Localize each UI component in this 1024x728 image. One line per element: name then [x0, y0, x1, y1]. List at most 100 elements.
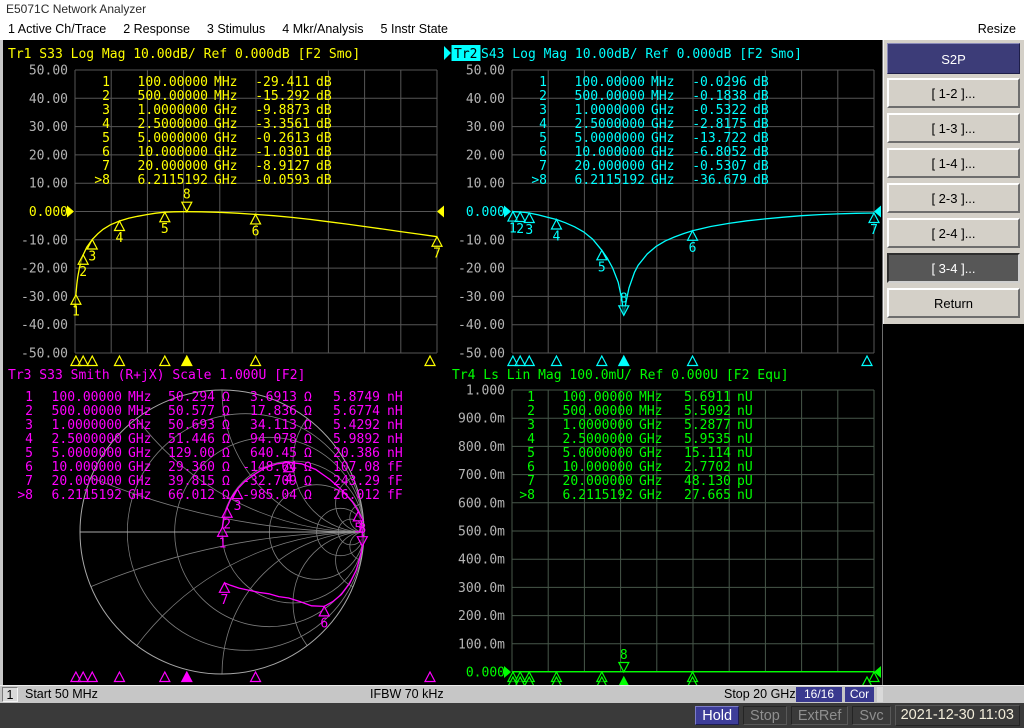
marker-triangle: [87, 672, 97, 682]
marker-table-cell: Ω: [304, 418, 312, 433]
marker-table-cell: -0.1838: [692, 89, 747, 104]
marker-table-cell: fF: [387, 460, 403, 475]
marker-table-cell: 100.00000: [563, 390, 633, 405]
marker-table-cell: 2.5000000: [138, 117, 208, 132]
menu-response[interactable]: 2 Response: [123, 18, 190, 40]
active-trace-arrow-icon: [444, 46, 451, 60]
marker-number: 8: [183, 188, 191, 203]
marker-number: 7: [870, 223, 878, 238]
correction-badge: Cor: [845, 687, 874, 702]
softkey-1-2[interactable]: [ 1-2 ]...: [887, 78, 1020, 108]
marker-table-cell: 6.2115192: [575, 173, 645, 188]
menu-active-ch-trace[interactable]: 1 Active Ch/Trace: [8, 18, 106, 40]
marker-table-cell: 5.9535: [684, 432, 731, 447]
marker-table-cell: 1: [527, 390, 535, 405]
menu-mkr-analysis[interactable]: 4 Mkr/Analysis: [282, 18, 363, 40]
menu-instr-state[interactable]: 5 Instr State: [381, 18, 448, 40]
marker-table-cell: 94.078: [250, 432, 297, 447]
marker-table-cell: 5: [539, 131, 547, 146]
resize-button[interactable]: Resize: [978, 18, 1016, 40]
marker-table-cell: -2.8175: [692, 117, 747, 132]
menu-stimulus[interactable]: 3 Stimulus: [207, 18, 265, 40]
channel-number: 1: [2, 687, 18, 702]
marker-triangle: [251, 672, 261, 682]
marker-table-cell: dB: [753, 173, 769, 188]
marker-triangle: [78, 672, 88, 682]
softkey-return[interactable]: Return: [887, 288, 1020, 318]
marker-table-cell: Ω: [304, 390, 312, 405]
marker-table-cell: 5.2877: [684, 418, 731, 433]
marker-table-cell: nU: [737, 446, 753, 461]
y-axis-label: 20.00: [29, 148, 68, 163]
marker-table-cell: 5.0000000: [138, 131, 208, 146]
marker-table-cell: GHz: [639, 488, 662, 503]
trace-title: Tr4 Ls Lin Mag 100.0mU/ Ref 0.000U [F2 E…: [452, 368, 789, 383]
marker-table-cell: 6: [25, 460, 33, 475]
marker-number: 3: [234, 499, 242, 514]
marker-table-cell: nU: [737, 404, 753, 419]
marker-table-cell: Ω: [222, 432, 230, 447]
marker-table-cell: GHz: [128, 488, 151, 503]
smith-grid: [0, 40, 882, 685]
marker-table-cell: -1.0301: [255, 145, 310, 160]
marker-table-cell: 500.00000: [52, 404, 122, 419]
y-axis-label: -50.00: [458, 347, 505, 362]
marker-number: 4: [553, 229, 561, 244]
marker-table-cell: Ω: [222, 460, 230, 475]
marker-table-cell: dB: [316, 89, 332, 104]
marker-number: 1: [219, 537, 227, 552]
marker-table-cell: GHz: [128, 418, 151, 433]
marker-table-cell: 50.294: [168, 390, 215, 405]
marker-table-cell: Ω: [304, 432, 312, 447]
y-axis-label: -50.00: [21, 347, 68, 362]
marker-table-cell: 2.5000000: [563, 432, 633, 447]
menu-bar: 1 Active Ch/Trace 2 Response 3 Stimulus …: [0, 18, 1024, 40]
marker-table-cell: -0.2613: [255, 131, 310, 146]
start-frequency: Start 50 MHz: [25, 686, 98, 703]
softkey-panel: S2P [ 1-2 ]... [ 1-3 ]... [ 1-4 ]... [ 2…: [882, 40, 1024, 685]
marker-table-cell: 5.6911: [684, 390, 731, 405]
trace-title: Tr3 S33 Smith (R+jX) Scale 1.000U [F2]: [8, 368, 305, 383]
marker-table-cell: 243.29: [333, 474, 380, 489]
marker-table-cell: 5.6774: [333, 404, 380, 419]
marker-table-cell: 1: [102, 75, 110, 90]
marker-table-cell: 3: [527, 418, 535, 433]
marker-table-cell: dB: [316, 103, 332, 118]
marker-table-cell: 34.113: [250, 418, 297, 433]
softkey-1-4[interactable]: [ 1-4 ]...: [887, 148, 1020, 178]
marker-number: 6: [320, 616, 328, 631]
softkey-3-4[interactable]: [ 3-4 ]...: [887, 253, 1020, 283]
marker-table-cell: 5.9892: [333, 432, 380, 447]
marker-table-cell: GHz: [639, 432, 662, 447]
marker-table-cell: nH: [387, 446, 403, 461]
y-axis-label: -20.00: [458, 262, 505, 277]
softkey-2-3[interactable]: [ 2-3 ]...: [887, 183, 1020, 213]
softkey-2-4[interactable]: [ 2-4 ]...: [887, 218, 1020, 248]
marker-table-cell: nU: [737, 488, 753, 503]
svc-indicator: Svc: [852, 706, 890, 725]
marker-number: 8: [620, 291, 628, 306]
channel-status-bar: 1 Start 50 MHz IFBW 70 kHz Stop 20 GHz 1…: [0, 685, 1024, 703]
marker-table-cell: 39.815: [168, 474, 215, 489]
marker-table-cell: 20.000000: [563, 474, 633, 489]
marker-table-cell: 2.5000000: [52, 432, 122, 447]
trace-title-label: Tr2: [454, 47, 477, 62]
marker-table-cell: -15.292: [255, 89, 310, 104]
marker-triangle: [114, 356, 124, 366]
marker-table-cell: MHz: [214, 89, 237, 104]
reference-level-marker-right: [437, 206, 444, 218]
marker-table-cell: MHz: [128, 390, 151, 405]
marker-table-cell: -0.0296: [692, 75, 747, 90]
marker-table-cell: nU: [737, 432, 753, 447]
marker-number: 2: [516, 222, 524, 237]
marker-table-cell: 50.577: [168, 404, 215, 419]
y-axis-label: 0.000: [466, 205, 505, 220]
y-axis-label: 400.0m: [458, 553, 505, 568]
marker-triangle: [688, 356, 698, 366]
y-axis-label: -10.00: [458, 233, 505, 248]
marker-table-cell: 66.012: [168, 488, 215, 503]
marker-table-cell: 6.2115192: [563, 488, 633, 503]
marker-table-cell: 5.0000000: [563, 446, 633, 461]
softkey-1-3[interactable]: [ 1-3 ]...: [887, 113, 1020, 143]
marker-table-cell: dB: [753, 131, 769, 146]
